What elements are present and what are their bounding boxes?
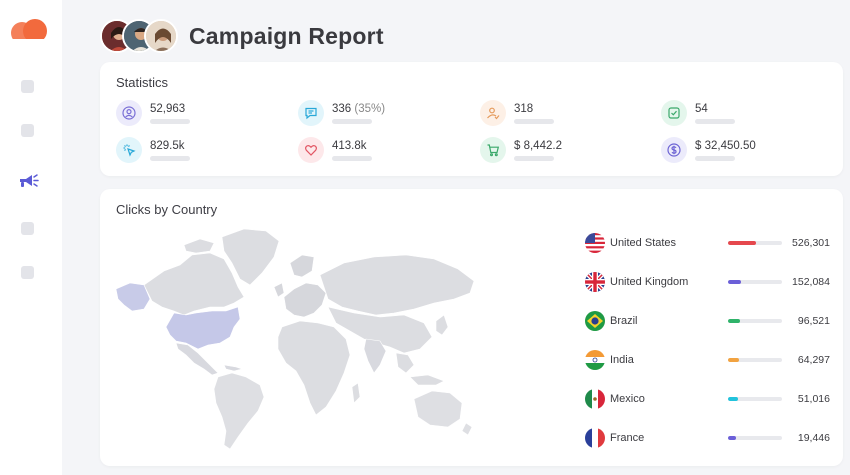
avatar-group[interactable] [100,18,178,54]
avatar[interactable] [144,19,178,53]
stat-value: $ 32,450.50 [695,139,756,152]
country-name: Mexico [610,393,645,405]
stat-placeholder-bar [332,118,372,124]
stat-check: 54 [661,100,735,126]
country-row-united-kingdom[interactable]: United Kingdom 152,084 [585,271,830,293]
stat-clicks: 829.5k [116,137,190,163]
stat-sub-value: (35%) [354,102,386,115]
us-flag-icon [585,233,605,253]
country-bar [728,319,782,323]
country-bar-fill [728,280,741,284]
nav-item-5[interactable] [21,266,34,279]
country-name: Brazil [610,315,638,327]
country-name: India [610,354,634,366]
country-bar-fill [728,358,739,362]
stat-sales: $ 8,442.2 [480,137,562,163]
country-bar [728,397,782,401]
statistics-title: Statistics [116,75,169,90]
country-bar-fill [728,241,757,245]
country-bar [728,358,782,362]
country-name: France [610,432,645,444]
country-bar [728,436,782,440]
country-bar [728,241,782,245]
stat-placeholder-bar [150,155,190,161]
country-bar-fill [728,436,736,440]
world-map[interactable] [114,227,480,457]
heart-icon [298,137,324,163]
country-row-brazil[interactable]: Brazil 96,521 [585,310,830,332]
stat-value: 829.5k [150,139,185,152]
nav-item-2[interactable] [21,124,34,137]
country-row-mexico[interactable]: Mexico 51,016 [585,388,830,410]
clicks-by-country-card: Clicks by Country United States 526,301 … [100,189,843,466]
stat-value: 318 [514,102,534,115]
country-bar-fill [728,397,739,401]
nav-item-1[interactable] [21,80,34,93]
dollar-icon [661,137,687,163]
statistics-card: Statistics 52,963 336 (35%) 318 54 829.5… [100,62,843,176]
uk-flag-icon [585,272,605,292]
stat-placeholder-bar [332,155,372,161]
stat-value: $ 8,442.2 [514,139,562,152]
stat-placeholder-bar [695,155,735,161]
country-bar-fill [728,319,740,323]
page-title: Campaign Report [189,22,384,49]
country-name: United States [610,237,677,249]
country-value: 19,446 [797,432,830,444]
check-square-icon [661,100,687,126]
stat-placeholder-bar [514,155,554,161]
india-flag-icon [585,350,605,370]
country-row-india[interactable]: India 64,297 [585,349,830,371]
country-bar [728,280,782,284]
clicks-by-country-title: Clicks by Country [116,202,218,217]
stat-users: 52,963 [116,100,190,126]
france-flag-icon [585,428,605,448]
country-value: 64,297 [797,354,830,366]
brazil-flag-icon [585,311,605,331]
stat-value: 54 [695,102,708,115]
message-icon [298,100,324,126]
logo-icon[interactable] [10,16,48,48]
nav-item-4[interactable] [21,222,34,235]
country-value: 51,016 [797,393,830,405]
cart-icon [480,137,506,163]
megaphone-icon[interactable] [17,172,39,190]
stat-main-value: 336 [332,102,352,115]
click-icon [116,137,142,163]
country-row-united-states[interactable]: United States 526,301 [585,232,830,254]
mexico-flag-icon [585,389,605,409]
country-row-france[interactable]: France 19,446 [585,427,830,449]
page-header: Campaign Report [100,18,384,54]
stat-revenue: $ 32,450.50 [661,137,756,163]
stat-value: 52,963 [150,102,186,115]
country-value: 96,521 [797,315,830,327]
stat-user-check: 318 [480,100,554,126]
country-value: 526,301 [792,237,830,249]
user-circle-icon [116,100,142,126]
stat-likes: 413.8k [298,137,372,163]
country-value: 152,084 [792,276,830,288]
sidebar [0,0,62,475]
stat-placeholder-bar [695,118,735,124]
country-name: United Kingdom [610,276,689,288]
stat-placeholder-bar [514,118,554,124]
stat-messages: 336 (35%) [298,100,385,126]
user-check-icon [480,100,506,126]
stat-value: 336 (35%) [332,103,385,116]
stat-value: 413.8k [332,139,367,152]
stat-placeholder-bar [150,118,190,124]
